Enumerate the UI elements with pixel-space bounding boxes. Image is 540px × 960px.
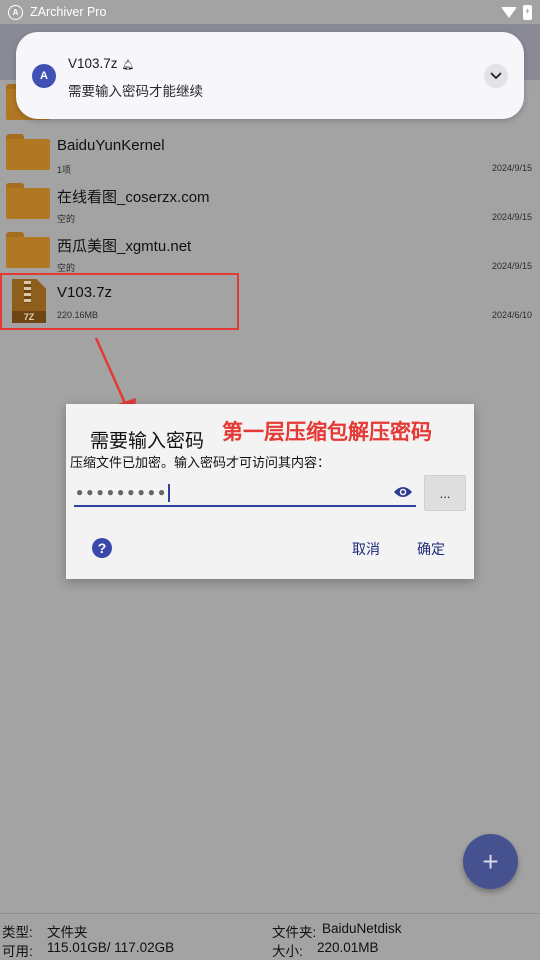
folder-value: BaiduNetdisk <box>322 921 402 936</box>
password-input[interactable]: ●●●●●●●●● <box>74 480 416 507</box>
cancel-button[interactable]: 取消 <box>352 539 380 559</box>
add-fab-button[interactable]: + <box>463 834 518 889</box>
size-value: 220.01MB <box>317 940 379 955</box>
password-mask: ●●●●●●●●● <box>76 485 169 500</box>
info-bar: 类型: 文件夹 可用: 115.01GB/ 117.02GB 文件夹: Baid… <box>0 913 540 960</box>
type-value: 文件夹 <box>47 925 88 940</box>
browse-button[interactable]: ... <box>424 475 466 511</box>
dialog-message: 压缩文件已加密。输入密码才可访问其内容： <box>70 455 331 470</box>
zarchiver-app-icon: A <box>32 64 56 88</box>
chevron-down-icon[interactable] <box>484 64 508 88</box>
ok-button[interactable]: 确定 <box>417 539 445 559</box>
size-label: 大小: <box>272 944 303 959</box>
notification-card[interactable]: A V103.7z 🔔︎ 需要输入密码才能继续 <box>16 32 524 119</box>
notification-title: V103.7z <box>68 56 118 71</box>
available-value: 115.01GB/ 117.02GB <box>47 940 175 955</box>
eye-icon[interactable] <box>393 485 413 499</box>
available-label: 可用: <box>2 944 33 959</box>
type-label: 类型: <box>2 925 33 940</box>
notification-text: 需要输入密码才能继续 <box>68 84 203 99</box>
password-dialog: 需要输入密码 第一层压缩包解压密码 压缩文件已加密。输入密码才可访问其内容： ●… <box>66 404 474 579</box>
folder-label: 文件夹: <box>272 925 317 940</box>
help-icon[interactable]: ? <box>92 538 112 558</box>
annotation-label: 第一层压缩包解压密码 <box>222 421 432 444</box>
text-caret <box>168 484 171 502</box>
bell-icon: 🔔︎ <box>121 60 135 71</box>
dialog-title: 需要输入密码 <box>90 431 205 452</box>
